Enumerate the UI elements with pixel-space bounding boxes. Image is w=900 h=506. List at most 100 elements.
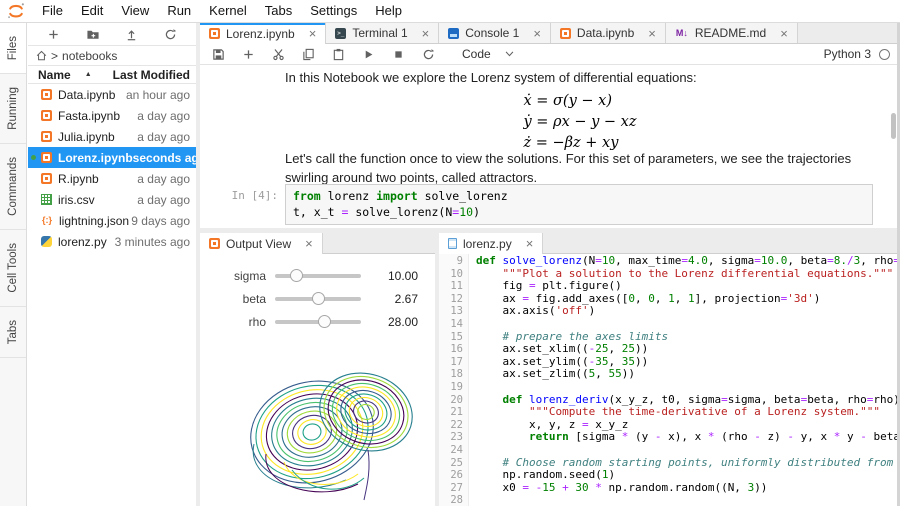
menu-run[interactable]: Run — [158, 0, 200, 22]
tab-console-1[interactable]: Console 1× — [439, 23, 551, 43]
column-name[interactable]: Name — [38, 68, 71, 82]
sidebar-tab-files[interactable]: Files — [0, 23, 26, 74]
console-icon — [448, 28, 459, 39]
file-browser: > notebooks Name ▲ Last Modified Data.ip… — [28, 23, 196, 506]
editor-code[interactable]: def solve_lorenz(N=10, max_time=4.0, sig… — [469, 254, 900, 506]
file-name: Julia.ipynb — [58, 130, 115, 144]
close-icon[interactable]: × — [648, 27, 656, 40]
tab-lorenz-py[interactable]: lorenz.py × — [439, 233, 543, 254]
line-number: 13 — [439, 305, 463, 318]
close-icon[interactable]: × — [309, 27, 317, 40]
copy-cells-button[interactable] — [302, 48, 315, 61]
file-list: Data.ipynban hour ago Fasta.ipynb a day ag… — [28, 84, 196, 252]
code-editor[interactable]: 910111213141516171819202122232425262728 … — [439, 254, 900, 506]
line-number: 9 — [439, 255, 463, 268]
cut-cells-button[interactable] — [272, 48, 285, 61]
save-button[interactable] — [212, 48, 225, 61]
file-row-iris-csv[interactable]: iris.csva day ago — [28, 189, 196, 210]
code-cell[interactable]: from lorenz import solve_lorenzt, x_t = … — [285, 184, 873, 225]
column-last-modified[interactable]: Last Modified — [113, 68, 190, 82]
upload-button[interactable] — [122, 24, 142, 44]
sidebar-tab-label: Commands — [7, 157, 19, 216]
file-row-r-ipynb[interactable]: R.ipynba day ago — [28, 168, 196, 189]
sidebar-tab-cell-tools[interactable]: Cell Tools — [0, 230, 26, 307]
markdown-body: Let's call the function once to view the… — [285, 149, 885, 187]
activity-bar: FilesRunning Commands Cell ToolsTabs — [0, 23, 27, 506]
close-icon[interactable]: × — [305, 237, 313, 250]
sidebar-tab-commands[interactable]: Commands — [0, 144, 26, 230]
tab-label: Data.ipynb — [577, 26, 634, 40]
code-line: ax.axis('off') — [476, 305, 900, 318]
line-number: 12 — [439, 293, 463, 306]
notebook-icon — [41, 173, 52, 184]
tab-output-view[interactable]: Output View × — [200, 233, 323, 254]
notebook-scrollbar[interactable] — [891, 113, 896, 139]
file-row-lorenz-ipynb[interactable]: Lorenz.ipynbseconds ago — [28, 147, 196, 168]
menu-settings[interactable]: Settings — [301, 0, 366, 22]
file-modified: a day ago — [137, 109, 190, 123]
tab-terminal-1[interactable]: Terminal 1 × — [326, 23, 439, 43]
close-icon[interactable]: × — [422, 27, 430, 40]
tab-label: Terminal 1 — [352, 26, 407, 40]
new-folder-button[interactable] — [83, 24, 103, 44]
file-row-lorenz-py[interactable]: lorenz.py3 minutes ago — [28, 231, 196, 252]
breadcrumb-path[interactable]: notebooks — [62, 49, 117, 63]
slider-track[interactable] — [275, 297, 361, 301]
slider-rho: rho28.00 — [200, 310, 435, 333]
file-name: Fasta.ipynb — [58, 109, 120, 123]
tab-readme-md[interactable]: README.md × — [666, 23, 798, 43]
file-icon — [448, 238, 457, 249]
csv-icon — [41, 194, 52, 205]
kernel-name[interactable]: Python 3 — [824, 47, 871, 61]
slider-track[interactable] — [275, 320, 361, 324]
sidebar-tab-running[interactable]: Running — [0, 74, 26, 144]
add-cell-button[interactable] — [242, 48, 255, 61]
tab-label: lorenz.py — [463, 237, 512, 251]
menu-kernel[interactable]: Kernel — [200, 0, 256, 22]
file-row-fasta-ipynb[interactable]: Fasta.ipynb a day ago — [28, 105, 196, 126]
file-row-lightning-json[interactable]: lightning.json9 days ago — [28, 210, 196, 231]
menu-tabs[interactable]: Tabs — [256, 0, 301, 22]
menu-help[interactable]: Help — [366, 0, 411, 22]
run-button[interactable] — [362, 48, 375, 61]
cell-type-dropdown[interactable]: Code — [462, 47, 514, 61]
running-kernel-dot — [31, 155, 36, 160]
slider-handle[interactable] — [312, 292, 325, 305]
new-launcher-button[interactable] — [44, 24, 64, 44]
code-line: t, x_t = solve_lorenz(N=10) — [293, 204, 865, 220]
line-number-gutter: 910111213141516171819202122232425262728 — [439, 254, 469, 506]
home-icon[interactable] — [36, 50, 47, 61]
stop-button[interactable] — [392, 48, 405, 61]
code-line — [476, 494, 900, 506]
tab-label: README.md — [695, 26, 766, 40]
slider-handle[interactable] — [318, 315, 331, 328]
menu-file[interactable]: File — [33, 0, 72, 22]
tab-lorenz-ipynb[interactable]: Lorenz.ipynb × — [200, 23, 326, 44]
line-number: 27 — [439, 482, 463, 495]
slider-handle[interactable] — [290, 269, 303, 282]
tab-label: Lorenz.ipynb — [226, 27, 295, 41]
sidebar-tab-tabs[interactable]: Tabs — [0, 307, 26, 358]
file-modified: a day ago — [137, 193, 190, 207]
menu-edit[interactable]: Edit — [72, 0, 112, 22]
menu-view[interactable]: View — [112, 0, 158, 22]
slider-group: sigma10.00beta2.67rho28.00 — [200, 264, 435, 333]
refresh-button[interactable] — [161, 24, 181, 44]
close-icon[interactable]: × — [526, 237, 534, 250]
slider-sigma: sigma10.00 — [200, 264, 435, 287]
close-icon[interactable]: × — [780, 27, 788, 40]
restart-kernel-button[interactable] — [422, 48, 435, 61]
slider-beta: beta2.67 — [200, 287, 435, 310]
slider-track[interactable] — [275, 274, 361, 278]
file-modified: a day ago — [137, 172, 190, 186]
output-view-tab-bar: Output View × — [200, 233, 435, 254]
slider-label: sigma — [200, 269, 266, 283]
paste-cells-button[interactable] — [332, 48, 345, 61]
tab-data-ipynb[interactable]: Data.ipynb × — [551, 23, 666, 43]
file-row-data-ipynb[interactable]: Data.ipynban hour ago — [28, 84, 196, 105]
close-icon[interactable]: × — [533, 27, 541, 40]
file-row-julia-ipynb[interactable]: Julia.ipynba day ago — [28, 126, 196, 147]
kernel-status-icon[interactable] — [879, 49, 890, 60]
file-list-header: Name ▲ Last Modified — [28, 65, 196, 84]
code-cell-editor[interactable]: from lorenz import solve_lorenzt, x_t = … — [293, 188, 865, 220]
